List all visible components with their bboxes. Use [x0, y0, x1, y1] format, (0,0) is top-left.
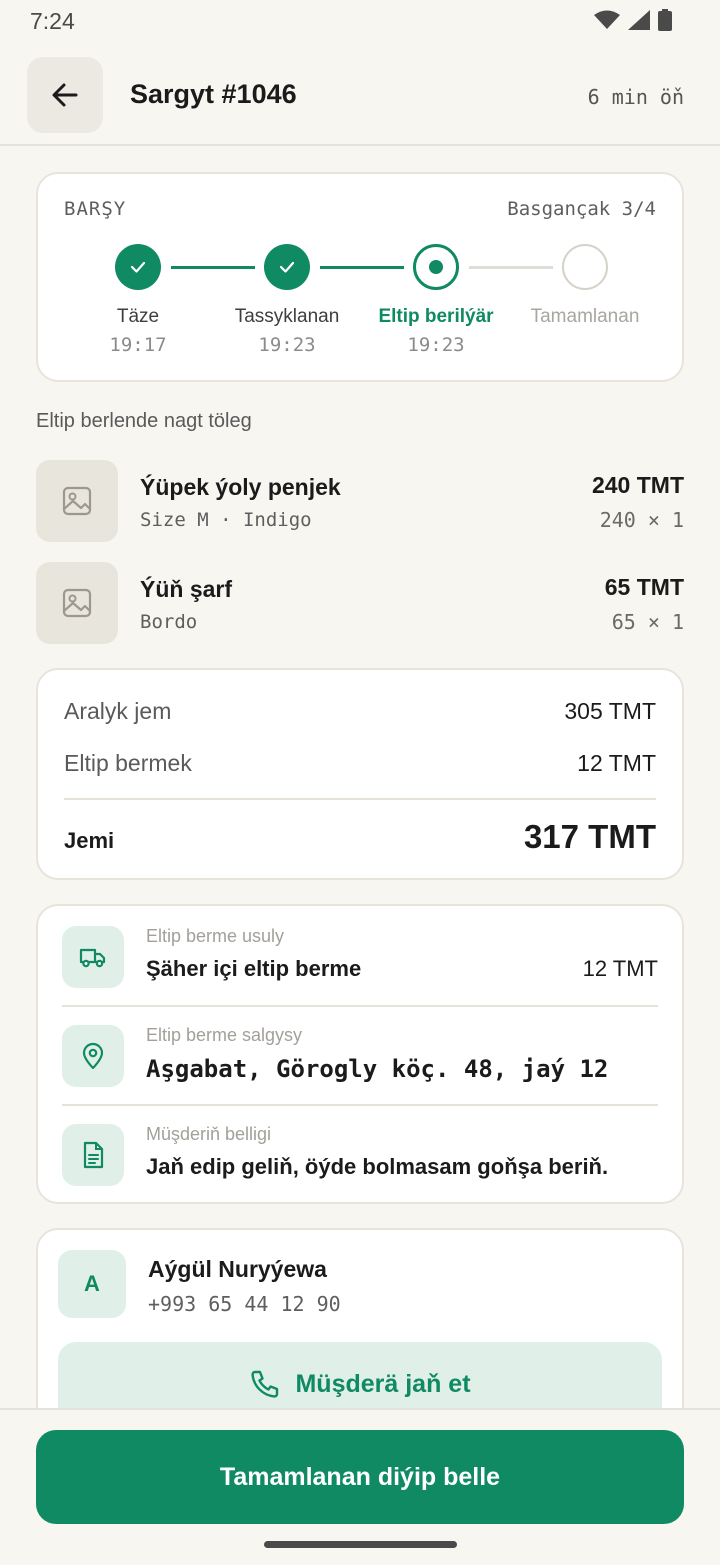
customer-note-row: Müşderiň belligi Jaň edip geliň, öýde bo… [62, 1104, 658, 1204]
order-age: 6 min öň [587, 85, 684, 109]
delivery-method-price: 12 TMT [582, 956, 658, 981]
grand-total-value: 317 TMT [523, 818, 656, 855]
step-connector [320, 266, 404, 269]
step-3-time: 19:23 [407, 334, 465, 356]
battery-icon [658, 9, 672, 36]
item-variant: Bordo [140, 611, 198, 633]
wifi-icon [594, 10, 620, 35]
divider [64, 798, 656, 800]
status-bar: 7:24 [0, 0, 720, 44]
back-button[interactable] [27, 57, 103, 133]
item-variant: Size M · Indigo [140, 509, 312, 531]
avatar: A [58, 1250, 126, 1318]
item-name: Ýüpek ýoly penjek [140, 474, 341, 500]
item-price: 65 TMT [604, 574, 684, 600]
customer-note-caption: Müşderiň belligi [146, 1124, 272, 1144]
delivery-method-value: Şäher içi eltip berme [146, 956, 362, 981]
order-status-card: BARŞY Basgançak 3/4 Täze Tassyklanan Elt… [36, 172, 684, 382]
page-title: Sargyt #1046 [130, 79, 297, 109]
delivery-info-card: Eltip berme usuly Şäher içi eltip berme … [36, 904, 684, 1204]
delivery-fee-value: 12 TMT [577, 750, 656, 776]
list-item[interactable]: Ýüň şarf Bordo 65 TMT 65 × 1 [36, 562, 684, 646]
delivery-address-caption: Eltip berme salgysy [146, 1025, 303, 1045]
home-indicator[interactable] [264, 1541, 457, 1548]
step-connector [469, 266, 553, 269]
signal-icon [628, 10, 650, 35]
top-app-bar: Sargyt #1046 6 min öň [0, 44, 720, 146]
step-1-time: 19:17 [109, 334, 167, 356]
step-3-current-icon [413, 244, 459, 290]
status-label: BARŞY [64, 198, 127, 220]
location-pin-icon [62, 1025, 124, 1087]
item-price: 240 TMT [591, 472, 684, 498]
call-customer-label: Müşderä jaň et [295, 1369, 471, 1398]
list-item[interactable]: Ýüpek ýoly penjek Size M · Indigo 240 TM… [36, 460, 684, 544]
item-qty: 240 × 1 [599, 508, 684, 532]
document-icon [62, 1124, 124, 1186]
customer-phone[interactable]: +993 65 44 12 90 [148, 1292, 341, 1316]
step-4-pending-icon [562, 244, 608, 290]
delivery-method-caption: Eltip berme usuly [146, 926, 285, 946]
delivery-method-row: Eltip berme usuly Şäher içi eltip berme … [62, 906, 658, 1006]
customer-name: Aýgül Nuryýewa [148, 1256, 327, 1282]
truck-icon [62, 926, 124, 988]
step-3-name: Eltip berilýär [378, 306, 494, 327]
delivery-fee-label: Eltip bermek [64, 750, 192, 776]
item-qty: 65 × 1 [611, 610, 684, 634]
step-2-name: Tassyklanan [234, 306, 340, 327]
subtotal-label: Aralyk jem [64, 698, 172, 724]
step-1-check-icon [115, 244, 161, 290]
mark-completed-button[interactable]: Tamamlanan diýip belle [36, 1430, 684, 1524]
customer-note-value: Jaň edip geliň, öýde bolmasam goňşa beri… [146, 1154, 609, 1179]
item-name: Ýüň şarf [140, 576, 233, 602]
delivery-address-row[interactable]: Eltip berme salgysy Aşgabat, Görogly köç… [62, 1005, 658, 1105]
bottom-action-bar: Tamamlanan diýip belle [0, 1408, 720, 1565]
delivery-address-value: Aşgabat, Görogly köç. 48, jaý 12 [146, 1055, 609, 1083]
step-1-name: Täze [116, 306, 160, 327]
subtotal-value: 305 TMT [564, 698, 656, 724]
payment-note: Eltip berlende nagt töleg [36, 410, 252, 432]
image-placeholder-icon [36, 460, 118, 542]
totals-card: Aralyk jem 305 TMT Eltip bermek 12 TMT J… [36, 668, 684, 880]
phone-icon [251, 1370, 279, 1398]
arrow-left-icon [52, 83, 78, 107]
status-time: 7:24 [30, 8, 75, 34]
step-4-name: Tamamlanan [530, 306, 640, 327]
step-2-check-icon [264, 244, 310, 290]
grand-total-label: Jemi [64, 828, 115, 853]
image-placeholder-icon [36, 562, 118, 644]
step-count: Basgançak 3/4 [507, 198, 656, 220]
step-2-time: 19:23 [258, 334, 316, 356]
step-connector [171, 266, 255, 269]
